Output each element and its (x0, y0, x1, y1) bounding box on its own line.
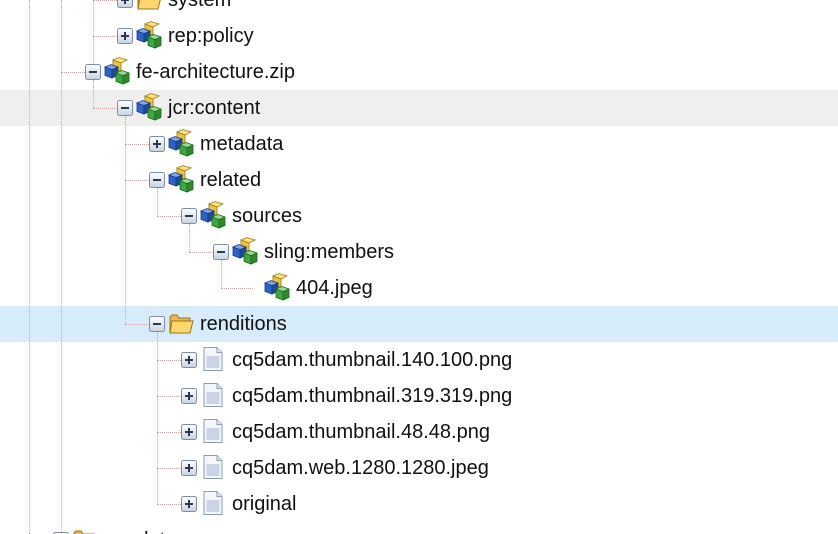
tree-node-label[interactable]: cq5dam.thumbnail.48.48.png (232, 414, 490, 450)
tree-node-label[interactable]: cq5dam.thumbnail.319.319.png (232, 378, 512, 414)
collapse-toggle-icon[interactable] (85, 64, 101, 80)
tree-connector-line (157, 360, 181, 361)
tree-connector-line (125, 324, 149, 325)
tree-guide-line (157, 360, 158, 396)
tree-connector-line (157, 432, 181, 433)
tree-node-label[interactable]: cq5dam.thumbnail.140.100.png (232, 342, 512, 378)
tree-node-label[interactable]: sources (232, 198, 302, 234)
expand-toggle-icon[interactable] (181, 388, 197, 404)
file-icon (199, 453, 227, 481)
expand-toggle-icon[interactable] (117, 28, 133, 44)
tree-node-label[interactable]: system (168, 0, 231, 18)
tree-guide-line (157, 468, 158, 504)
tree-guide-line (93, 0, 94, 36)
node-icon (231, 237, 259, 265)
expand-toggle-icon[interactable] (117, 0, 133, 8)
collapse-toggle-icon[interactable] (149, 172, 165, 188)
tree-node-label[interactable]: rep:policy (168, 18, 254, 54)
file-icon (199, 417, 227, 445)
folder-icon (167, 309, 195, 337)
tree-guide-line (157, 332, 158, 360)
node-icon (199, 201, 227, 229)
tree-connector-line (157, 468, 181, 469)
tree-guide-line (125, 180, 126, 324)
collapse-toggle-icon[interactable] (117, 100, 133, 116)
collapse-toggle-icon[interactable] (181, 208, 197, 224)
collapse-toggle-icon[interactable] (213, 244, 229, 260)
node-icon (167, 165, 195, 193)
file-icon (199, 381, 227, 409)
tree-node-label[interactable]: appdata (104, 522, 176, 534)
file-icon (199, 345, 227, 373)
expand-toggle-icon[interactable] (181, 496, 197, 512)
tree-guide-line (61, 0, 62, 534)
tree-connector-line (93, 108, 117, 109)
tree-guide-line (125, 144, 126, 180)
tree-node-label[interactable]: renditions (200, 306, 287, 342)
node-icon (167, 129, 195, 157)
expand-toggle-icon[interactable] (149, 136, 165, 152)
folder-icon (71, 525, 99, 534)
tree-connector-line (189, 252, 213, 253)
tree-guide-line (221, 260, 222, 288)
tree-guide-line (157, 396, 158, 432)
tree-guide-line (29, 0, 30, 534)
node-icon (103, 57, 131, 85)
folder-icon (135, 0, 163, 13)
tree-connector-line (157, 504, 181, 505)
tree-connector-line (61, 72, 85, 73)
tree-connector-line (125, 180, 149, 181)
tree-guide-line (189, 224, 190, 252)
tree-node-label[interactable]: fe-architecture.zip (136, 54, 295, 90)
tree-guide-line (157, 432, 158, 468)
expand-toggle-icon[interactable] (181, 460, 197, 476)
tree-connector-line (157, 216, 181, 217)
tree-node-label[interactable]: sling:members (264, 234, 394, 270)
expand-toggle-icon[interactable] (181, 352, 197, 368)
node-icon (135, 21, 163, 49)
tree-guide-line (93, 80, 94, 108)
tree-guide-line (125, 116, 126, 144)
repository-tree: system rep:policy fe-architecture.zip jcr:c… (0, 0, 838, 534)
tree-node-label[interactable]: metadata (200, 126, 283, 162)
tree-connector-line (157, 396, 181, 397)
tree-connector-line (93, 0, 117, 1)
collapse-toggle-icon[interactable] (149, 316, 165, 332)
tree-connector-line (221, 288, 253, 289)
tree-node-label[interactable]: original (232, 486, 296, 522)
expand-toggle-icon[interactable] (181, 424, 197, 440)
file-icon (199, 489, 227, 517)
tree-node-label[interactable]: cq5dam.web.1280.1280.jpeg (232, 450, 489, 486)
tree-node-label[interactable]: 404.jpeg (296, 270, 373, 306)
node-icon (263, 273, 291, 301)
tree-connector-line (93, 36, 117, 37)
node-icon (135, 93, 163, 121)
tree-node-label[interactable]: jcr:content (168, 90, 260, 126)
tree-connector-line (125, 144, 149, 145)
tree-node-label[interactable]: related (200, 162, 261, 198)
tree-guide-line (157, 188, 158, 216)
